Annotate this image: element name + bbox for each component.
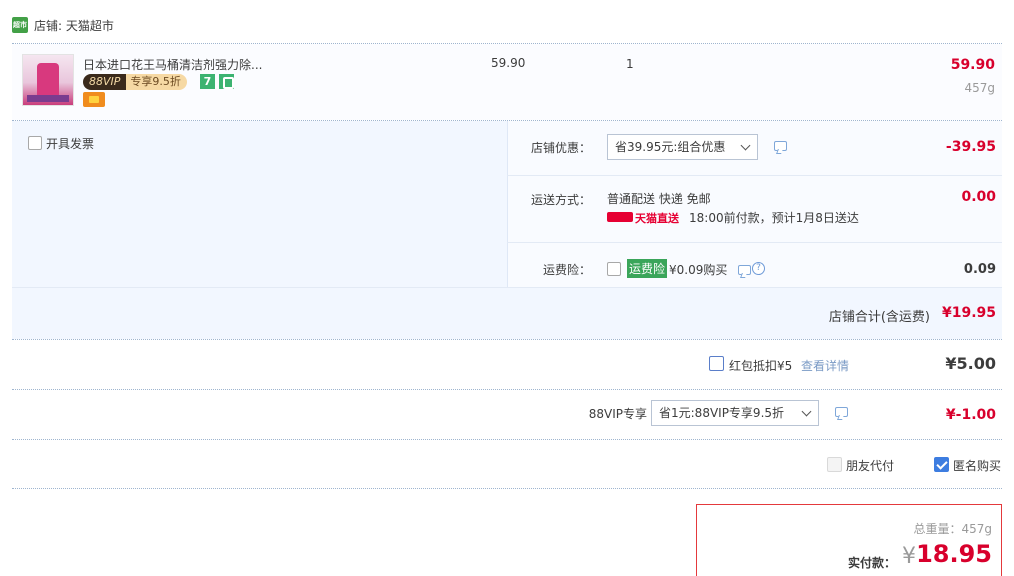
product-bottle-image	[37, 63, 59, 97]
help-icon[interactable]: ?	[752, 262, 765, 275]
shipping-label: 运送方式：	[530, 193, 591, 207]
product-title[interactable]: 日本进口花王马桶清洁剂强力除...	[83, 56, 262, 73]
shipping-method: 普通配送 快递 免邮	[607, 192, 711, 206]
friend-pay-checkbox[interactable]	[827, 457, 842, 472]
shipping-eta: 18:00前付款，预计1月8日送达	[689, 211, 859, 225]
chat-icon[interactable]	[738, 265, 751, 275]
tmall-supermarket-icon: 超市	[12, 17, 28, 33]
shop-header: 超市 店铺: 天猫超市	[12, 14, 114, 36]
pay-label: 实付款：	[847, 556, 896, 570]
divider	[507, 242, 1002, 243]
tmall-direct-badge: 天猫直送	[635, 212, 679, 225]
product-thumbnail[interactable]	[22, 54, 74, 106]
item-total: 59.90	[950, 57, 995, 73]
vip88-value: 省1元:88VIP专享9.5折	[659, 406, 785, 420]
insurance-amount: 0.09	[963, 262, 996, 277]
shop-discount-value: 省39.95元:组合优惠	[615, 140, 726, 154]
divider	[12, 488, 1002, 489]
red-packet-checkbox[interactable]	[709, 356, 724, 371]
unit-price: 59.90	[491, 56, 526, 70]
anonymous-purchase-label[interactable]: 匿名购买	[953, 457, 1001, 474]
vip-discount-tag: 88VIP 专享9.5折	[83, 74, 187, 90]
vip88-amount: ¥-1.00	[945, 407, 996, 423]
divider	[507, 175, 1002, 176]
vip-tag-brand: 88VIP	[83, 74, 127, 90]
pay-amount: 18.95	[916, 540, 992, 568]
divider	[12, 339, 1002, 340]
quantity: 1	[626, 57, 634, 71]
red-packet-details-link[interactable]: 查看详情	[801, 357, 849, 374]
tmall-cat-icon	[607, 212, 633, 222]
vip-tag-discount: 专享9.5折	[126, 74, 187, 90]
shop-total-label: 店铺合计(含运费)	[828, 310, 930, 325]
product-label-band	[27, 95, 69, 102]
invoice-label[interactable]: 开具发票	[46, 135, 94, 152]
divider	[12, 389, 1002, 390]
chevron-down-icon	[801, 406, 812, 417]
insurance-tag: 运费险	[627, 259, 668, 278]
friend-pay-label[interactable]: 朋友代付	[846, 457, 894, 474]
item-weight: 457g	[964, 81, 995, 95]
red-packet-amount: ¥5.00	[945, 354, 996, 373]
divider	[12, 439, 1002, 440]
chevron-down-icon	[740, 140, 751, 151]
anonymous-purchase-checkbox[interactable]	[934, 457, 949, 472]
divider	[12, 287, 1002, 288]
shop-total-amount: ¥19.95	[941, 305, 996, 321]
shop-discount-select[interactable]: 省39.95元:组合优惠	[607, 134, 758, 160]
shipping-amount: 0.00	[961, 189, 996, 205]
red-packet-label: 红包抵扣¥5	[729, 359, 793, 373]
shop-discount-label: 店铺优惠：	[530, 141, 591, 155]
shop-name[interactable]: 店铺: 天猫超市	[34, 17, 114, 34]
seven-day-return-icon: 7	[200, 74, 215, 89]
insurance-label: 运费险：	[542, 263, 591, 277]
invoice-checkbox[interactable]	[28, 136, 42, 150]
insurance-checkbox[interactable]	[607, 262, 621, 276]
vip88-label: 88VIP专享	[588, 407, 647, 421]
insurance-price: ¥0.09购买	[669, 263, 728, 277]
total-weight: 总重量：457g	[913, 522, 992, 536]
shop-discount-amount: -39.95	[945, 139, 996, 155]
chat-icon[interactable]	[835, 407, 848, 417]
chat-icon[interactable]	[774, 141, 787, 151]
currency-symbol: ¥	[902, 544, 916, 569]
credit-card-icon	[83, 92, 105, 107]
guarantee-icon	[219, 74, 234, 89]
vip88-select[interactable]: 省1元:88VIP专享9.5折	[651, 400, 819, 426]
